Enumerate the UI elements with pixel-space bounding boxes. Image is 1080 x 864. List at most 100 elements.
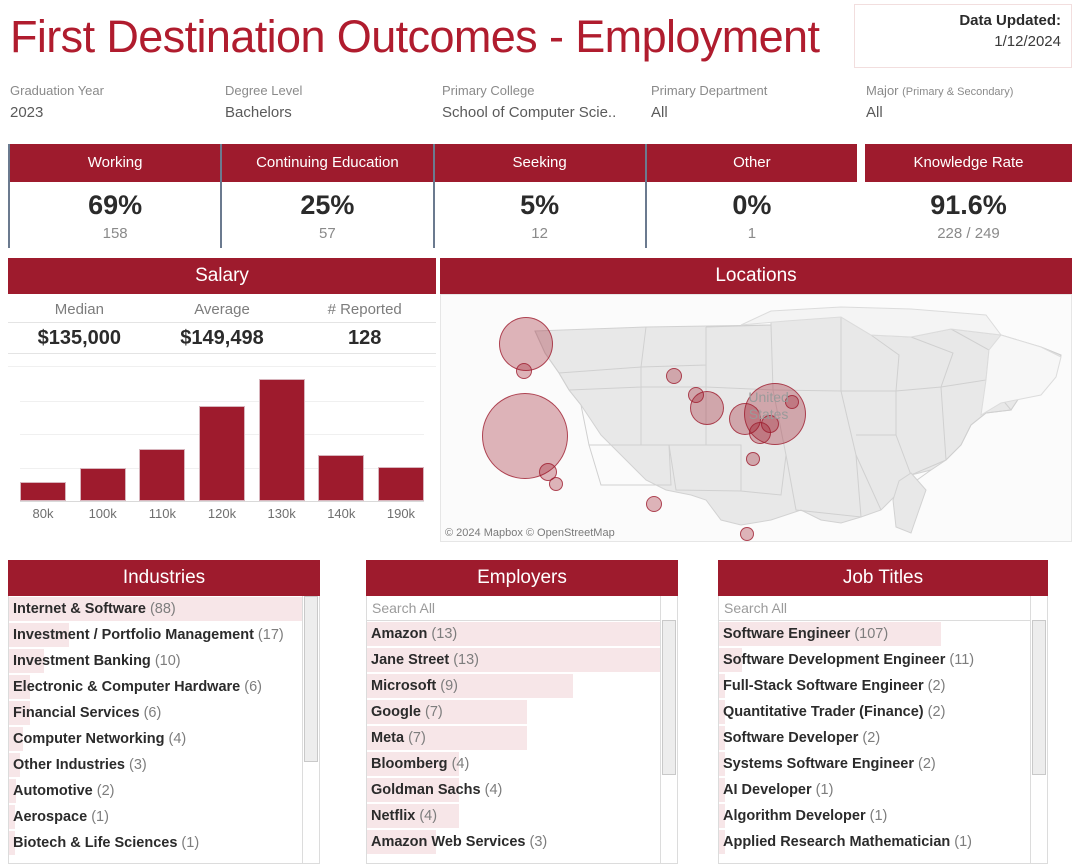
employers-scrollbar[interactable] [660, 596, 677, 863]
stat-value: 128 [293, 322, 436, 354]
employers-panel-title: Employers [366, 560, 678, 596]
list-item[interactable]: Financial Services (6) [9, 700, 302, 726]
list-item-label: Automotive [13, 783, 97, 799]
list-item-count: (13) [431, 626, 457, 642]
list-item[interactable]: Full-Stack Software Engineer (2) [719, 673, 1030, 699]
list-item-count: (88) [150, 601, 176, 617]
filter-bar: Graduation Year 2023 Degree Level Bachel… [0, 82, 1080, 130]
list-item[interactable]: Investment / Portfolio Management (17) [9, 622, 302, 648]
job-titles-scrollbar[interactable] [1030, 596, 1047, 863]
location-bubble[interactable] [549, 477, 563, 491]
list-item[interactable]: Google (7) [367, 699, 660, 725]
list-item[interactable]: Internet & Software (88) [9, 596, 302, 622]
salary-panel: Salary Median $135,000 Average $149,498 … [8, 258, 436, 546]
filter-value: Bachelors [225, 101, 302, 125]
filter-major[interactable]: Major (Primary & Secondary) All [866, 82, 1013, 125]
industries-list[interactable]: Internet & Software (88)Investment / Por… [9, 596, 302, 863]
filter-label: Major (Primary & Secondary) [866, 82, 1013, 101]
job-titles-list[interactable]: Search All Software Engineer (107)Softwa… [719, 596, 1030, 863]
kpi-seeking[interactable]: Seeking 5% 12 [433, 144, 645, 248]
filter-degree-level[interactable]: Degree Level Bachelors [225, 82, 302, 125]
kpi-percent: 5% [435, 188, 645, 222]
kpi-count: 158 [10, 222, 220, 246]
kpi-percent: 69% [10, 188, 220, 222]
list-item-count: (7) [408, 730, 426, 746]
location-bubble[interactable] [516, 363, 532, 379]
histogram-tick-label: 80k [20, 506, 66, 521]
list-item[interactable]: Quantitative Trader (Finance) (2) [719, 699, 1030, 725]
list-item[interactable]: Meta (7) [367, 725, 660, 751]
list-item[interactable]: Bloomberg (4) [367, 751, 660, 777]
location-bubble[interactable] [746, 452, 760, 466]
scrollbar-thumb[interactable] [662, 620, 676, 775]
dashboard-header: First Destination Outcomes - Employment … [0, 0, 1080, 80]
locations-map[interactable]: UnitedStates © 2024 Mapbox © OpenStreetM… [440, 294, 1072, 542]
list-item[interactable]: Biotech & Life Sciences (1) [9, 830, 302, 856]
kpi-body: 5% 12 [435, 182, 645, 248]
kpi-count: 12 [435, 222, 645, 246]
filter-primary-department[interactable]: Primary Department All [651, 82, 767, 125]
industries-scrollbar[interactable] [302, 596, 319, 863]
location-bubble[interactable] [740, 527, 754, 541]
list-item[interactable]: Systems Software Engineer (2) [719, 751, 1030, 777]
list-item-count: (7) [425, 704, 443, 720]
histogram-bar[interactable] [80, 468, 126, 501]
employers-list-container: Search All Amazon (13)Jane Street (13)Mi… [366, 596, 678, 864]
list-item[interactable]: Software Developer (2) [719, 725, 1030, 751]
list-item[interactable]: Netflix (4) [367, 803, 660, 829]
histogram-bar[interactable] [318, 455, 364, 501]
list-item-label: Applied Research Mathematician [723, 834, 954, 850]
histogram-bar[interactable] [20, 482, 66, 501]
list-item[interactable]: AI Developer (1) [719, 777, 1030, 803]
list-item[interactable]: Goldman Sachs (4) [367, 777, 660, 803]
scrollbar-thumb[interactable] [1032, 620, 1046, 775]
northeast-detail [981, 335, 1061, 415]
kpi-continuing-education[interactable]: Continuing Education 25% 57 [220, 144, 432, 248]
list-item[interactable]: Electronic & Computer Hardware (6) [9, 674, 302, 700]
list-item[interactable]: Computer Networking (4) [9, 726, 302, 752]
histogram-bar[interactable] [139, 449, 185, 501]
list-item[interactable]: Applied Research Mathematician (1) [719, 829, 1030, 855]
list-item[interactable]: Amazon Web Services (3) [367, 829, 660, 855]
histogram-bar[interactable] [259, 379, 305, 501]
location-bubble[interactable] [646, 496, 662, 512]
list-item[interactable]: Software Engineer (107) [719, 621, 1030, 647]
kpi-count: 57 [222, 222, 432, 246]
list-item-label: Amazon Web Services [371, 834, 530, 850]
industries-list-container: Internet & Software (88)Investment / Por… [8, 596, 320, 864]
employers-list[interactable]: Search All Amazon (13)Jane Street (13)Mi… [367, 596, 660, 863]
kpi-other[interactable]: Other 0% 1 [645, 144, 857, 248]
salary-stat-reported: # Reported 128 [293, 298, 436, 354]
list-item-label: Computer Networking [13, 731, 168, 747]
histogram-bar[interactable] [199, 406, 245, 501]
list-item[interactable]: Amazon (13) [367, 621, 660, 647]
list-item-count: (3) [129, 757, 147, 773]
stat-label: Median [8, 298, 151, 322]
list-item[interactable]: Investment Banking (10) [9, 648, 302, 674]
histogram-tick-label: 190k [378, 506, 424, 521]
list-item-label: Meta [371, 730, 408, 746]
list-item[interactable]: Automotive (2) [9, 778, 302, 804]
list-item-label: Biotech & Life Sciences [13, 835, 181, 851]
filter-primary-college[interactable]: Primary College School of Computer Scie.… [442, 82, 616, 125]
list-item-count: (4) [485, 782, 503, 798]
list-item[interactable]: Aerospace (1) [9, 804, 302, 830]
scrollbar-thumb[interactable] [304, 596, 318, 762]
list-item[interactable]: Jane Street (13) [367, 647, 660, 673]
employers-search-input[interactable]: Search All [367, 596, 660, 621]
histogram-bar[interactable] [378, 467, 424, 501]
job-titles-rows: Software Engineer (107)Software Developm… [719, 621, 1030, 855]
location-bubble[interactable] [690, 391, 724, 425]
kpi-knowledge-rate[interactable]: Knowledge Rate 91.6% 228 / 249 [865, 144, 1072, 248]
list-item[interactable]: Other Industries (3) [9, 752, 302, 778]
job-titles-search-input[interactable]: Search All [719, 596, 1030, 621]
list-item[interactable]: Algorithm Developer (1) [719, 803, 1030, 829]
list-item[interactable]: Software Development Engineer (11) [719, 647, 1030, 673]
list-item-label: Quantitative Trader (Finance) [723, 704, 928, 720]
list-item-label: Netflix [371, 808, 419, 824]
list-item[interactable]: Microsoft (9) [367, 673, 660, 699]
location-bubble[interactable] [666, 368, 682, 384]
kpi-working[interactable]: Working 69% 158 [8, 144, 220, 248]
filter-graduation-year[interactable]: Graduation Year 2023 [10, 82, 104, 125]
list-item-count: (6) [244, 679, 262, 695]
